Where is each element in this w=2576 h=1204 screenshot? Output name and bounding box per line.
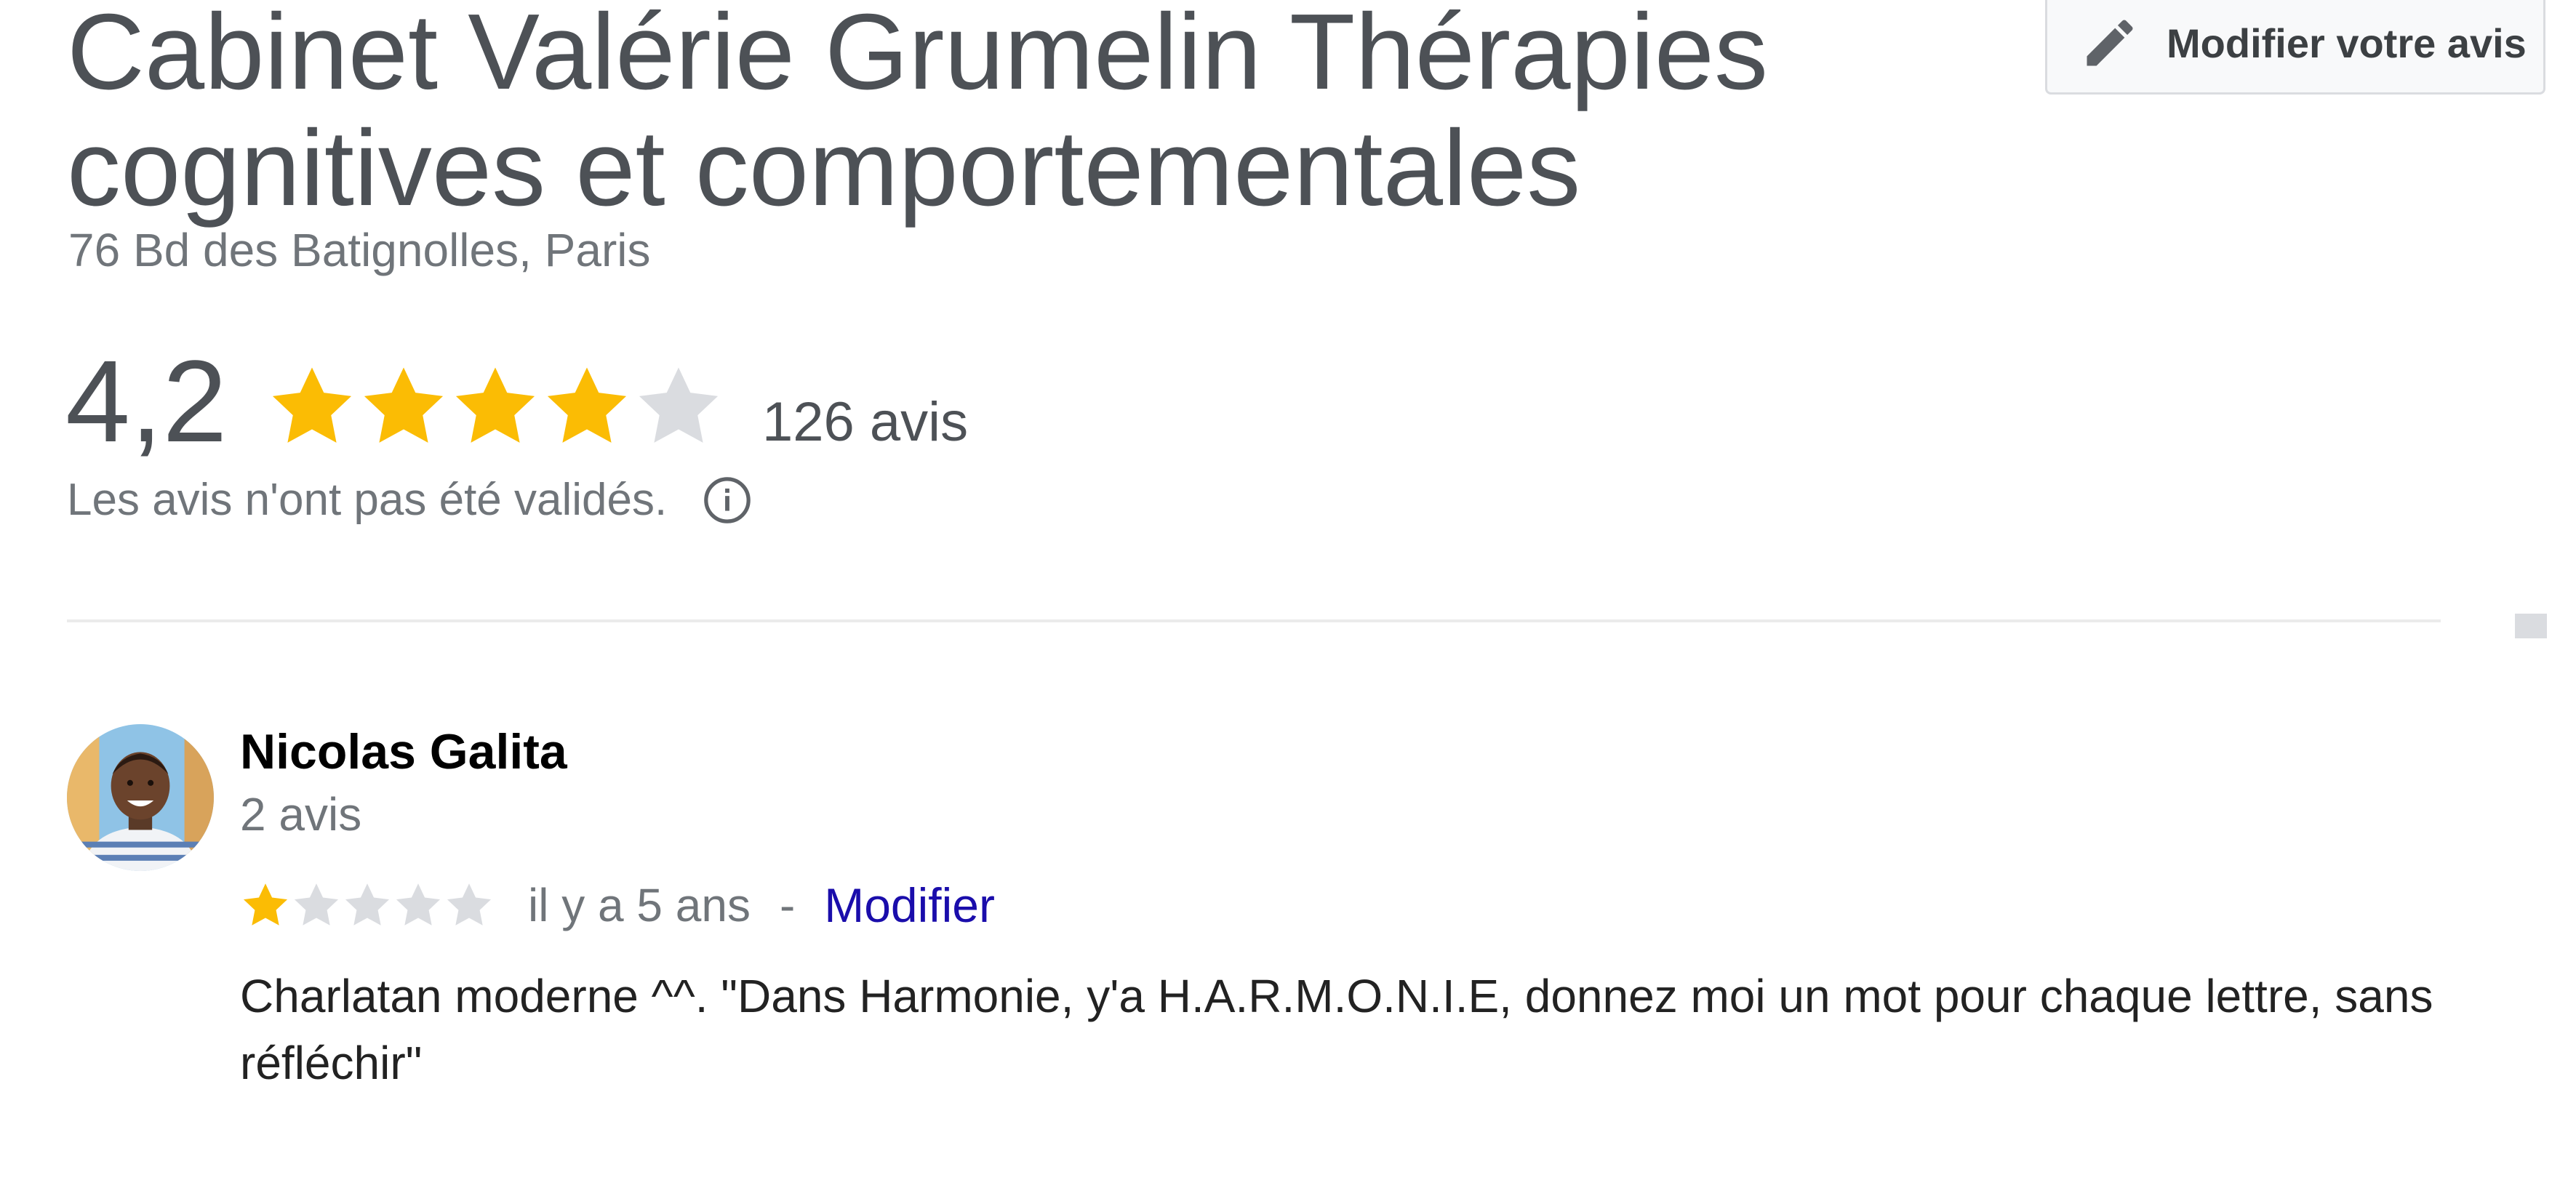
review-star-empty-icon xyxy=(294,883,339,926)
review-star-filled-icon xyxy=(243,883,288,926)
rating-value: 4,2 xyxy=(65,336,228,466)
unverified-note: Les avis n'ont pas été validés. xyxy=(67,471,753,529)
review-meta: il y a 5 ans - Modifier xyxy=(240,872,995,938)
edit-review-link[interactable]: Modifier xyxy=(824,878,995,933)
scrollbar-thumb[interactable] xyxy=(2515,614,2547,638)
reviewer-review-count: 2 avis xyxy=(240,788,362,840)
edit-review-button[interactable]: Modifier votre avis xyxy=(2045,0,2545,95)
review-star-empty-icon xyxy=(345,883,390,926)
star-filled-icon xyxy=(364,367,444,443)
review-text: Charlatan moderne ^^. "Dans Harmonie, y'… xyxy=(240,970,2433,1089)
page-title: Cabinet Valérie Grumelin Thérapies cogni… xyxy=(67,0,1769,228)
edit-review-label: Modifier votre avis xyxy=(2167,20,2527,66)
review-star-empty-icon xyxy=(447,883,492,926)
pencil-icon xyxy=(2079,12,2140,73)
star-empty-icon xyxy=(639,367,719,443)
review-stars xyxy=(240,880,495,931)
avatar[interactable] xyxy=(67,724,214,871)
unverified-note-text: Les avis n'ont pas été validés. xyxy=(67,475,668,525)
info-icon[interactable] xyxy=(702,475,753,526)
review-time: il y a 5 ans xyxy=(528,879,751,931)
rating-stars xyxy=(266,361,724,452)
star-filled-icon xyxy=(547,367,627,443)
star-filled-icon xyxy=(455,367,535,443)
meta-separator: - xyxy=(779,879,796,931)
star-filled-icon xyxy=(272,367,352,443)
reviewer-name[interactable]: Nicolas Galita xyxy=(240,721,567,782)
review-star-empty-icon xyxy=(396,883,441,926)
business-address: 76 Bd des Batignolles, Paris xyxy=(68,224,651,276)
review-count-link[interactable]: 126 avis xyxy=(762,390,968,455)
divider xyxy=(67,619,2441,622)
